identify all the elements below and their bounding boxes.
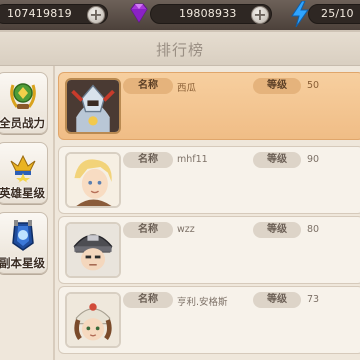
blue-shield-icon (12, 220, 34, 251)
tab-label: 副本星级 (0, 256, 45, 270)
name-label: 名称 (123, 152, 173, 168)
tab-label: 全员战力 (0, 116, 45, 130)
level-label: 等级 (253, 292, 301, 308)
leaderboard-row[interactable]: 名称 亨利.安格斯 等级 73 (58, 286, 360, 354)
tab-total-power[interactable]: 全员战力 (0, 72, 48, 134)
crown-star-icon (10, 154, 36, 183)
leaderboard-panel: 排行榜 全员战力 英雄星级 副本星级 名称 西瓜 等级 50 名称 mhf11 … (0, 30, 360, 360)
laurel-trophy-icon (10, 83, 36, 109)
helmet-soldier-portrait (65, 222, 121, 278)
resource-bar: 107419819 + 19808933 + 25/10 (0, 0, 360, 30)
panel-title: 排行榜 (155, 41, 204, 59)
add-gems-button[interactable]: + (251, 6, 269, 24)
energy-value: 25/10 (321, 7, 354, 20)
player-name: 亨利.安格斯 (177, 297, 228, 308)
blonde-hero-portrait (65, 152, 121, 208)
leaderboard-row[interactable]: 名称 mhf11 等级 90 (58, 146, 360, 214)
name-label: 名称 (123, 78, 173, 94)
name-label: 名称 (123, 292, 173, 308)
armored-knight-portrait (65, 78, 121, 134)
leaderboard-row[interactable]: 名称 西瓜 等级 50 (58, 72, 360, 140)
gold-value: 107419819 (7, 7, 72, 20)
player-level: 90 (307, 154, 320, 165)
tab-hero-stars[interactable]: 英雄星级 (0, 142, 48, 204)
gem-counter: 19808933 + (150, 4, 272, 24)
player-name: mhf11 (177, 154, 208, 165)
level-label: 等级 (253, 222, 301, 238)
player-name: 西瓜 (177, 83, 197, 94)
gem-value: 19808933 (179, 7, 237, 20)
tab-label: 英雄星级 (0, 186, 45, 200)
energy-counter: 25/10 (308, 4, 360, 24)
tab-dungeon-stars[interactable]: 副本星级 (0, 212, 48, 274)
level-label: 等级 (253, 78, 301, 94)
player-level: 80 (307, 224, 320, 235)
leaderboard-row[interactable]: 名称 wzz 等级 80 (58, 216, 360, 284)
divider (53, 66, 55, 360)
bandana-girl-portrait (65, 292, 121, 348)
name-label: 名称 (123, 222, 173, 238)
level-label: 等级 (253, 152, 301, 168)
player-level: 73 (307, 294, 320, 305)
player-level: 50 (307, 80, 320, 91)
title-bar: 排行榜 (0, 32, 360, 66)
gold-counter: 107419819 + (0, 4, 108, 24)
player-name: wzz (177, 224, 195, 235)
add-gold-button[interactable]: + (87, 6, 105, 24)
gem-icon (130, 3, 148, 23)
